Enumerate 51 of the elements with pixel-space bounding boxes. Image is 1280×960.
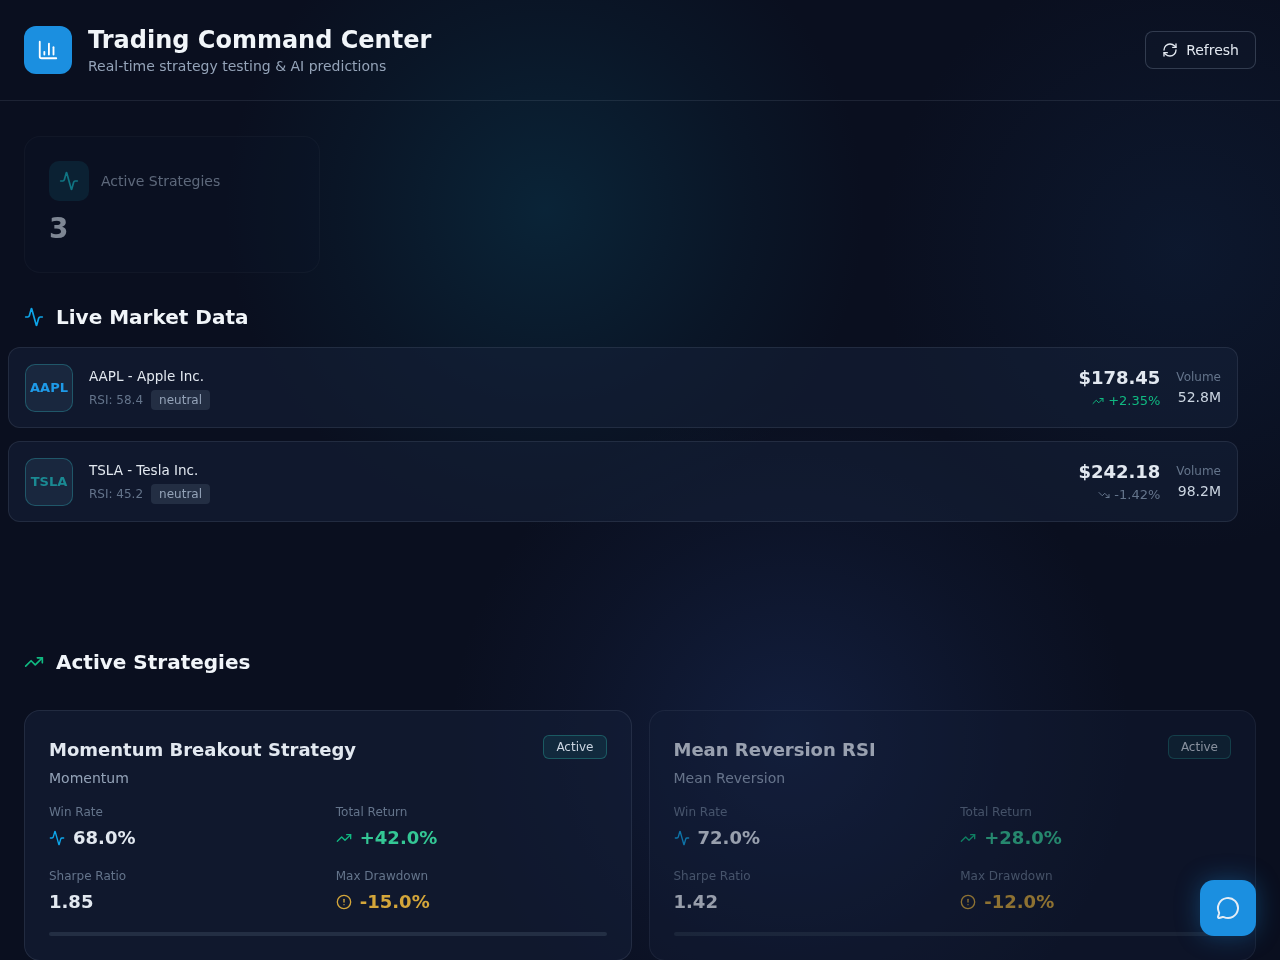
volume-value: 98.2M <box>1177 481 1221 501</box>
section-heading: Active Strategies <box>56 649 251 676</box>
section-heading: Live Market Data <box>56 304 249 331</box>
metric-label: Sharpe Ratio <box>673 868 751 884</box>
metric-value: 68.0% <box>73 826 136 850</box>
app-title: Trading Command Center <box>88 25 432 55</box>
pulse-icon <box>24 307 44 327</box>
metric-label: Total Return <box>335 804 408 820</box>
status-tag: Active <box>543 735 607 759</box>
metric-value: 72.0% <box>697 826 760 850</box>
stock-name: AAPL - Apple Inc. <box>89 366 204 386</box>
rsi-value: RSI: 45.2 <box>89 486 144 501</box>
volume-label: Volume <box>1176 462 1221 479</box>
stock-price: $242.18 <box>1078 459 1161 484</box>
metric-label: Total Return <box>960 804 1032 820</box>
chat-button[interactable] <box>1200 880 1256 936</box>
price-change: +2.35% <box>1108 391 1161 410</box>
status-tag: Active <box>1167 735 1231 759</box>
metric-value: +28.0% <box>984 826 1062 850</box>
metric-label: Win Rate <box>49 804 103 820</box>
signal-tag: neutral <box>151 389 210 410</box>
metric-label: Sharpe Ratio <box>49 868 127 884</box>
metric-value: +42.0% <box>359 826 438 850</box>
ticker-logo: AAPL <box>25 363 73 412</box>
metric-label: Win Rate <box>673 804 728 820</box>
app-subtitle: Real-time strategy testing & AI predictions <box>88 57 387 75</box>
refresh-icon <box>1162 42 1179 58</box>
stock-price: $178.45 <box>1078 365 1161 390</box>
metric-label: Max Drawdown <box>960 868 1053 884</box>
speech-bubble-icon <box>1216 896 1240 920</box>
metric-value: 1.85 <box>49 890 94 914</box>
volume-label: Volume <box>1176 368 1221 385</box>
strategy-name: Momentum Breakout Strategy <box>49 738 356 762</box>
metric-value: -12.0% <box>984 890 1055 914</box>
strategy-name: Mean Reversion RSI <box>673 738 876 762</box>
stat-value: 3 <box>49 211 69 247</box>
stock-name: TSLA - Tesla Inc. <box>89 460 199 480</box>
stat-label: Active Strategies <box>101 173 221 189</box>
metric-label: Max Drawdown <box>335 868 429 884</box>
ticker-logo: TSLA <box>25 457 73 506</box>
volume-value: 52.8M <box>1177 387 1221 407</box>
strategy-type: Momentum <box>49 769 129 788</box>
strategy-type: Mean Reversion <box>673 769 786 788</box>
metric-value: 1.42 <box>673 890 718 914</box>
signal-tag: neutral <box>151 483 210 504</box>
price-change: -1.42% <box>1114 485 1161 504</box>
metric-value: -15.0% <box>359 890 430 914</box>
bar-chart-icon <box>24 26 72 74</box>
refresh-button[interactable]: Refresh <box>1145 31 1256 69</box>
rsi-value: RSI: 58.4 <box>89 392 144 407</box>
pulse-icon <box>49 161 89 201</box>
